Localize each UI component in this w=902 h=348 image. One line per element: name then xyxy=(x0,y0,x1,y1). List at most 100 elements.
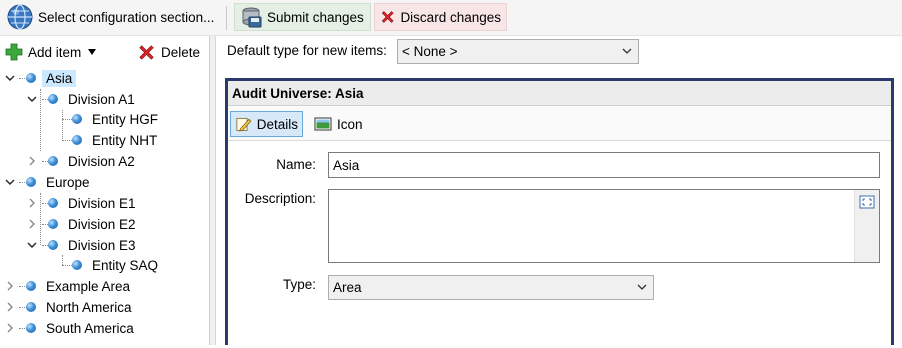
red-x-icon xyxy=(139,44,154,60)
tree-item-division-e1[interactable]: Division E1 xyxy=(26,193,140,213)
tree-item-label: Division E2 xyxy=(68,216,136,232)
node-icon xyxy=(72,260,82,270)
chevron-down-icon[interactable] xyxy=(26,93,38,105)
tree-item-north-america[interactable]: North America xyxy=(4,297,136,317)
add-item-button[interactable]: Add item xyxy=(5,41,98,63)
submit-changes-label: Submit changes xyxy=(267,9,364,25)
tree-connector xyxy=(62,140,72,141)
tree-item-example-area[interactable]: Example Area xyxy=(4,276,134,296)
tree-item-label: Asia xyxy=(42,69,77,87)
tab-icon-label: Icon xyxy=(337,116,363,132)
chevron-right-icon[interactable] xyxy=(4,280,16,292)
tree-item-division-e3[interactable]: Division E3 xyxy=(26,235,140,255)
tree-item-label: Entity NHT xyxy=(92,132,158,148)
add-item-label: Add item xyxy=(28,44,82,60)
select-configuration-button[interactable]: Select configuration section... xyxy=(2,3,219,31)
default-type-select[interactable]: < None > xyxy=(397,39,639,64)
node-icon xyxy=(48,198,58,208)
chevron-right-icon[interactable] xyxy=(4,301,16,313)
delete-label: Delete xyxy=(161,44,201,60)
type-label: Type: xyxy=(282,277,316,292)
tree-item-asia[interactable]: Asia xyxy=(4,68,77,88)
name-value: Asia xyxy=(333,157,360,173)
node-icon xyxy=(26,281,36,291)
node-icon xyxy=(48,219,58,229)
picture-icon xyxy=(314,117,332,131)
red-x-icon xyxy=(381,11,394,23)
tree-connector xyxy=(62,119,72,120)
name-input[interactable]: Asia xyxy=(328,152,880,178)
tree-item-label: Europe xyxy=(46,174,90,190)
tree-item-division-a2[interactable]: Division A2 xyxy=(26,151,139,171)
detail-tabs: Details Icon xyxy=(228,107,891,141)
node-icon xyxy=(48,156,58,166)
dropdown-arrow-icon[interactable] xyxy=(86,47,98,57)
tree-item-label: Entity HGF xyxy=(92,111,159,127)
expand-editor-icon[interactable] xyxy=(859,195,875,209)
type-select[interactable]: Area xyxy=(328,275,654,300)
chevron-right-icon[interactable] xyxy=(4,322,16,334)
description-label: Description: xyxy=(244,191,316,206)
description-textarea[interactable] xyxy=(328,189,880,263)
green-plus-icon xyxy=(5,43,23,61)
tree-connector xyxy=(62,265,72,266)
node-icon xyxy=(26,302,36,312)
node-icon xyxy=(72,135,82,145)
default-type-label: Default type for new items: xyxy=(227,43,387,58)
node-icon xyxy=(48,94,58,104)
globe-icon xyxy=(7,4,33,30)
tree-item-entity-saq[interactable]: Entity SAQ xyxy=(72,255,162,275)
tree-connector xyxy=(62,255,63,265)
tree-item-label: North America xyxy=(46,299,132,315)
chevron-down-icon[interactable] xyxy=(4,176,16,188)
tree-item-entity-hgf[interactable]: Entity HGF xyxy=(72,109,162,129)
discard-changes-button[interactable]: Discard changes xyxy=(374,3,507,31)
tree-connector xyxy=(62,110,63,141)
tree-item-division-a1[interactable]: Division A1 xyxy=(26,89,139,109)
tree-item-label: Division E1 xyxy=(68,195,136,211)
tree-panel: Add item Delete Asia Division A1 Entity … xyxy=(0,36,210,345)
tree-item-label: South America xyxy=(46,320,134,336)
tab-details[interactable]: Details xyxy=(230,111,303,137)
type-value: Area xyxy=(333,280,362,295)
tree-item-division-e2[interactable]: Division E2 xyxy=(26,214,140,234)
toolbar-separator xyxy=(226,6,227,30)
chevron-down-icon xyxy=(637,284,647,290)
edit-pencil-icon xyxy=(236,117,252,132)
chevron-down-icon xyxy=(622,48,632,54)
chevron-down-icon[interactable] xyxy=(4,72,16,84)
chevron-down-icon[interactable] xyxy=(26,239,38,251)
tree-item-europe[interactable]: Europe xyxy=(4,172,94,192)
default-type-value: < None > xyxy=(402,44,458,59)
tree-item-label: Entity SAQ xyxy=(92,257,159,273)
chevron-right-icon[interactable] xyxy=(26,218,38,230)
tree-toolbar: Add item Delete xyxy=(0,36,209,66)
details-form: Name: Asia Description: Type: Area xyxy=(228,142,891,348)
panel-splitter[interactable] xyxy=(210,36,216,345)
audit-universe-header: Audit Universe: Asia xyxy=(228,81,891,106)
node-icon xyxy=(72,114,82,124)
description-scrollbar[interactable] xyxy=(854,190,879,262)
tree-item-label: Division A2 xyxy=(68,153,135,169)
tree-item-label: Division A1 xyxy=(68,91,135,107)
tree-item-south-america[interactable]: South America xyxy=(4,318,138,338)
chevron-right-icon[interactable] xyxy=(26,197,38,209)
tree-item-entity-nht[interactable]: Entity NHT xyxy=(72,130,161,150)
delete-button[interactable]: Delete xyxy=(137,41,200,63)
save-disk-icon xyxy=(242,7,262,28)
audit-universe-frame: Audit Universe: Asia Details Icon Name: … xyxy=(225,78,894,348)
chevron-right-icon[interactable] xyxy=(26,155,38,167)
audit-universe-title: Audit Universe: Asia xyxy=(232,85,364,101)
name-label: Name: xyxy=(276,157,316,172)
tree-item-label: Division E3 xyxy=(68,237,136,253)
node-icon xyxy=(26,177,36,187)
submit-changes-button[interactable]: Submit changes xyxy=(234,3,371,31)
select-configuration-label: Select configuration section... xyxy=(38,9,215,25)
tree-item-label: Example Area xyxy=(46,278,131,294)
node-icon xyxy=(26,73,36,83)
main-toolbar: Select configuration section... Submit c… xyxy=(0,0,902,36)
node-icon xyxy=(48,240,58,250)
tab-details-label: Details xyxy=(256,116,298,132)
tab-icon[interactable]: Icon xyxy=(310,111,370,137)
node-icon xyxy=(26,323,36,333)
